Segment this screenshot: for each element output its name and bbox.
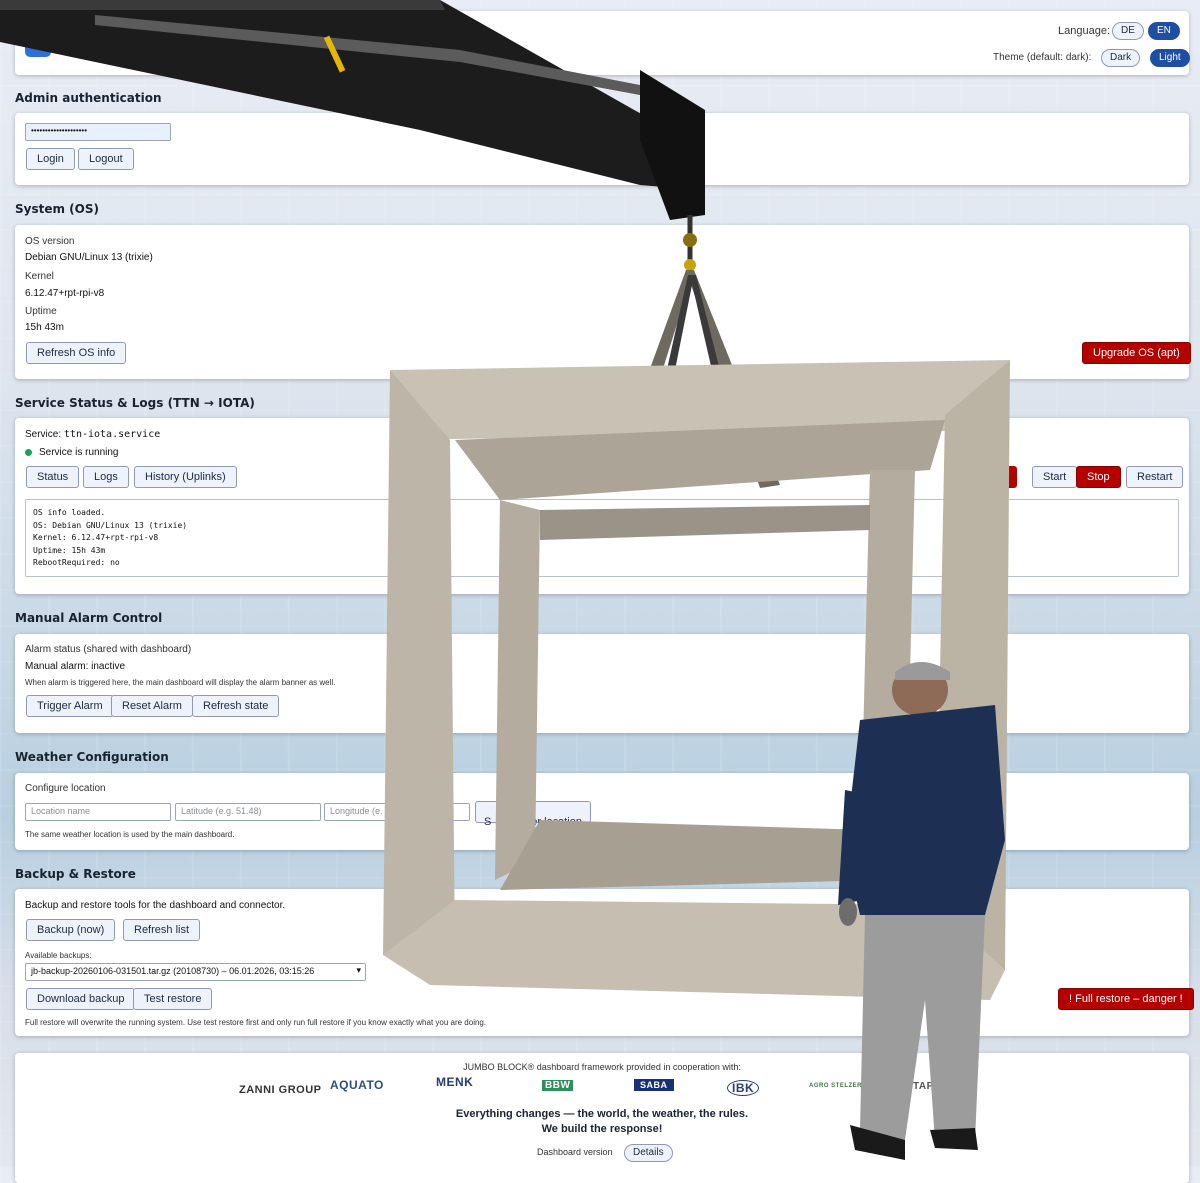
partner-logo-agro: AGRO STELZER	[809, 1083, 863, 1089]
alarm-status-label: Alarm status (shared with dashboard)	[25, 644, 192, 655]
theme-dark-button[interactable]: Dark	[1101, 49, 1141, 67]
full-restore-button[interactable]: ! Full restore – danger !	[1058, 988, 1194, 1010]
header-card: Language: DE EN Theme (default: dark): D…	[15, 11, 1190, 75]
uptime-value: 15h 43m	[25, 322, 64, 333]
service-card: Service: ttn-iota.service Service is run…	[15, 418, 1189, 594]
language-label: Language:	[1058, 25, 1110, 37]
save-location-suffix: er location	[531, 816, 582, 828]
partner-logo-zanni: ZANNI GROUP	[239, 1084, 322, 1096]
lang-en-button[interactable]: EN	[1148, 22, 1180, 40]
location-name-input[interactable]: Location name	[25, 803, 171, 821]
history-uplinks-button[interactable]: History (Uplinks)	[134, 466, 237, 488]
theme-light-button[interactable]: Light	[1150, 49, 1190, 67]
hidden-red-button[interactable]	[1000, 466, 1017, 488]
save-location-prefix: S	[484, 816, 492, 828]
log-output: OS info loaded. OS: Debian GNU/Linux 13 …	[33, 508, 188, 567]
system-title: System (OS)	[15, 202, 99, 216]
status-button[interactable]: Status	[26, 466, 80, 488]
save-location-button[interactable]: S er location	[475, 801, 591, 828]
alarm-title: Manual Alarm Control	[15, 611, 163, 625]
service-name-line: Service: ttn-iota.service	[25, 429, 160, 440]
lang-de-button[interactable]: DE	[1112, 22, 1144, 40]
slogan-line-1: Everything changes — the world, the weat…	[455, 1108, 749, 1120]
refresh-alarm-button[interactable]: Refresh state	[192, 695, 280, 717]
stop-button[interactable]: Stop	[1076, 466, 1121, 488]
latitude-input[interactable]: Latitude (e.g. 51.48)	[175, 803, 321, 821]
backup-select-value: jb-backup-20260106-031501.tar.gz (201087…	[31, 966, 315, 976]
log-output-box[interactable]: OS info loaded. OS: Debian GNU/Linux 13 …	[25, 499, 1179, 577]
backup-card: Backup and restore tools for the dashboa…	[15, 889, 1194, 1036]
weather-title: Weather Configuration	[15, 750, 169, 764]
service-title: Service Status & Logs (TTN → IOTA)	[15, 396, 255, 410]
details-button[interactable]: Details	[624, 1144, 673, 1162]
restore-warning: Full restore will overwrite the running …	[25, 1018, 487, 1027]
system-card: OS version Debian GNU/Linux 13 (trixie) …	[15, 225, 1191, 379]
backup-now-button[interactable]: Backup (now)	[26, 919, 116, 941]
password-field[interactable]: ••••••••••••••••••••	[25, 123, 171, 141]
service-prefix: Service:	[25, 429, 62, 440]
os-version-value: Debian GNU/Linux 13 (trixie)	[25, 252, 153, 263]
backup-select[interactable]: jb-backup-20260106-031501.tar.gz (201087…	[25, 963, 366, 981]
admin-title: Admin authentication	[15, 91, 162, 105]
kernel-label: Kernel	[25, 271, 54, 282]
service-name: ttn-iota.service	[63, 429, 161, 440]
configure-location-label: Configure location	[25, 783, 106, 794]
weather-note: The same weather location is used by the…	[25, 830, 235, 839]
status-dot-icon	[25, 449, 32, 456]
trigger-alarm-button[interactable]: Trigger Alarm	[26, 695, 114, 717]
upgrade-os-button[interactable]: Upgrade OS (apt)	[1082, 342, 1191, 364]
available-backups-label: Available backups:	[25, 951, 92, 960]
footer-card: JUMBO BLOCK® dashboard framework provide…	[15, 1053, 1189, 1183]
theme-label: Theme (default: dark):	[993, 52, 1092, 63]
service-status-text: Service is running	[39, 447, 119, 458]
partner-logo-aquato: AQUATO	[330, 1078, 384, 1092]
alarm-note: When alarm is triggered here, the main d…	[25, 678, 336, 687]
longitude-input[interactable]: Longitude (e.	[324, 803, 470, 821]
admin-card: •••••••••••••••••••• Login Logout	[15, 113, 1189, 185]
logs-button[interactable]: Logs	[83, 466, 129, 488]
test-restore-button[interactable]: Test restore	[133, 988, 213, 1010]
latitude-placeholder: Latitude (e.g. 51.48)	[181, 806, 262, 816]
start-button[interactable]: Start	[1032, 466, 1078, 488]
backup-intro: Backup and restore tools for the dashboa…	[25, 900, 286, 911]
partner-logo-tapro: TAPro	[913, 1081, 945, 1092]
location-name-placeholder: Location name	[31, 806, 91, 816]
logout-button[interactable]: Logout	[78, 148, 134, 170]
refresh-os-button[interactable]: Refresh OS info	[26, 342, 127, 364]
backup-title: Backup & Restore	[15, 867, 136, 881]
partner-logo-bbw: BBW	[542, 1080, 574, 1091]
alarm-status-value: Manual alarm: inactive	[25, 661, 126, 672]
partner-logo-ibk: IBK	[727, 1080, 760, 1096]
alarm-card: Alarm status (shared with dashboard) Man…	[15, 634, 1189, 733]
dashboard-version-label: Dashboard version	[537, 1147, 613, 1157]
partner-logo-saba: SABA	[634, 1079, 674, 1091]
cooperation-text: JUMBO BLOCK® dashboard framework provide…	[463, 1062, 741, 1072]
weather-card: Configure location Location name Latitud…	[15, 773, 1189, 850]
slogan-line-2: We build the response!	[541, 1123, 663, 1135]
partner-logo-menk: MENK	[436, 1075, 474, 1089]
download-backup-button[interactable]: Download backup	[26, 988, 136, 1010]
kernel-value: 6.12.47+rpt-rpi-v8	[25, 288, 105, 299]
chevron-down-icon: ▾	[356, 965, 361, 975]
login-button[interactable]: Login	[26, 148, 75, 170]
app-logo-icon	[25, 37, 51, 57]
password-value: ••••••••••••••••••••	[31, 126, 88, 135]
longitude-placeholder: Longitude (e.	[330, 806, 383, 816]
os-version-label: OS version	[25, 236, 75, 247]
refresh-list-button[interactable]: Refresh list	[123, 919, 201, 941]
reset-alarm-button[interactable]: Reset Alarm	[111, 695, 193, 717]
uptime-label: Uptime	[25, 306, 57, 317]
restart-button[interactable]: Restart	[1126, 466, 1184, 488]
